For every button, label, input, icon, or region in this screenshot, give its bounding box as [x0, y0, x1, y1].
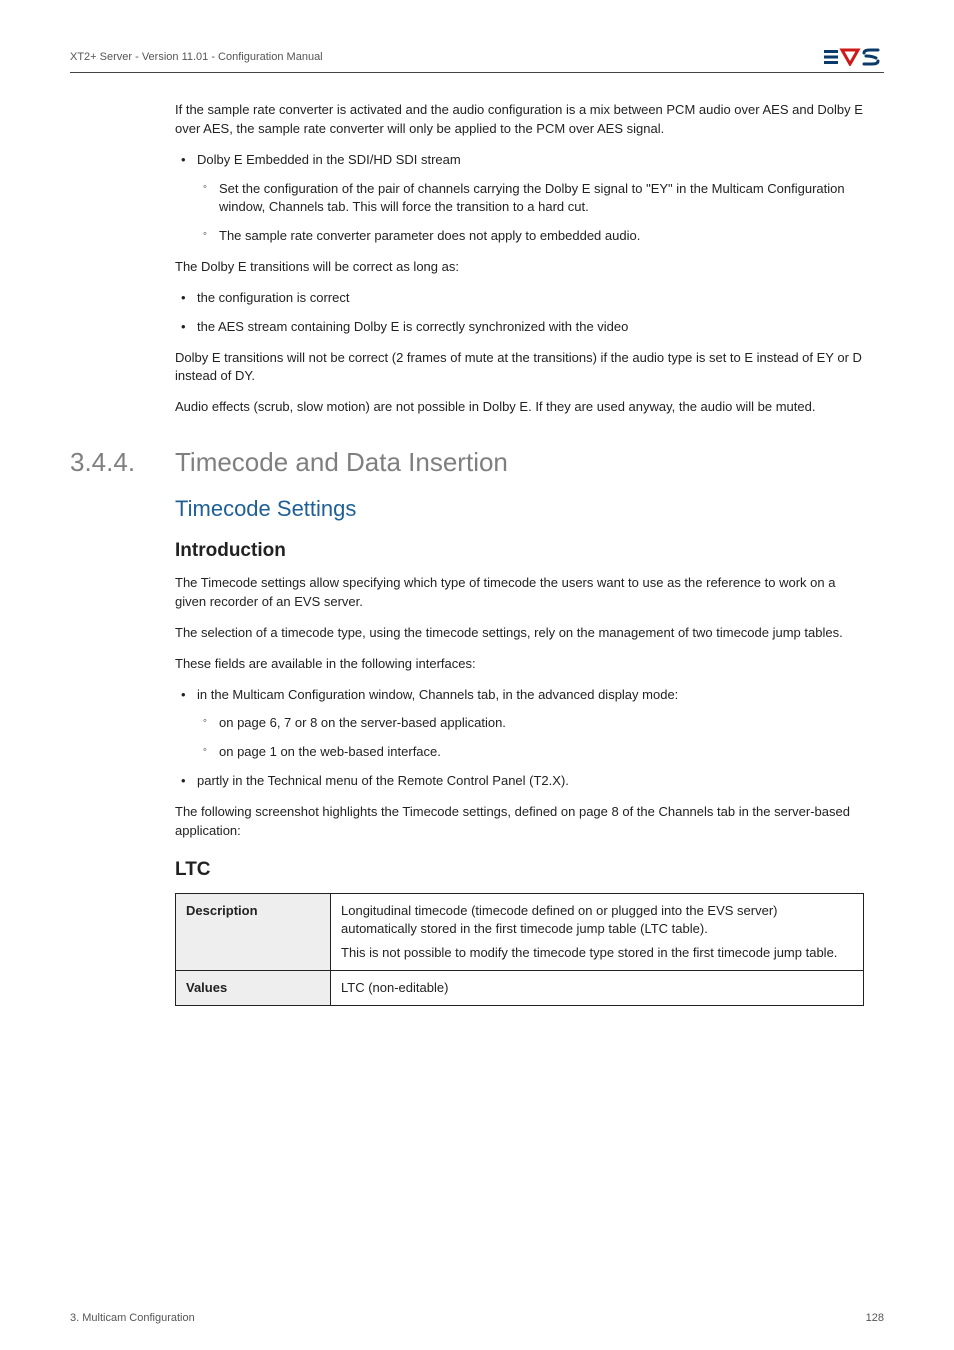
sub-bullet-sample-rate: The sample rate converter parameter does… [197, 227, 864, 246]
footer-page-number: 128 [866, 1312, 884, 1324]
intro-bullet-list-1: Dolby E Embedded in the SDI/HD SDI strea… [175, 151, 864, 246]
intro-paragraph-3: Dolby E transitions will not be correct … [175, 349, 864, 387]
table-row: Values LTC (non-editable) [176, 971, 864, 1006]
ltc-table: Description Longitudinal timecode (timec… [175, 893, 864, 1007]
sub-bullet-list: Set the configuration of the pair of cha… [197, 180, 864, 247]
bullet-text: in the Multicam Configuration window, Ch… [197, 687, 678, 702]
footer-left: 3. Multicam Configuration [70, 1312, 195, 1324]
intro-paragraph-4: Audio effects (scrub, slow motion) are n… [175, 398, 864, 417]
bullet-technical-menu: partly in the Technical menu of the Remo… [175, 772, 864, 791]
table-value-values: LTC (non-editable) [331, 971, 864, 1006]
page-header: XT2+ Server - Version 11.01 - Configurat… [70, 48, 884, 73]
evs-logo [824, 48, 884, 66]
sub-bullet-ey-config: Set the configuration of the pair of cha… [197, 180, 864, 218]
heading-ltc: LTC [175, 859, 864, 881]
bullet-multicam-config: in the Multicam Configuration window, Ch… [175, 686, 864, 763]
table-value-description: Longitudinal timecode (timecode defined … [331, 893, 864, 971]
heading-timecode-settings: Timecode Settings [175, 496, 864, 522]
sub-bullet-server-app: on page 6, 7 or 8 on the server-based ap… [197, 714, 864, 733]
section-number: 3.4.4. [70, 447, 175, 478]
bullet-dolby-embedded: Dolby E Embedded in the SDI/HD SDI strea… [175, 151, 864, 246]
interfaces-bullet-list: in the Multicam Configuration window, Ch… [175, 686, 864, 791]
header-left-text: XT2+ Server - Version 11.01 - Configurat… [70, 51, 323, 63]
description-p1: Longitudinal timecode (timecode defined … [341, 902, 853, 938]
intro-paragraph-2: The Dolby E transitions will be correct … [175, 258, 864, 277]
intro2-paragraph-4: The following screenshot highlights the … [175, 803, 864, 841]
heading-introduction: Introduction [175, 540, 864, 562]
intro2-paragraph-2: The selection of a timecode type, using … [175, 624, 864, 643]
bullet-config-correct: the configuration is correct [175, 289, 864, 308]
section-heading-row: 3.4.4. Timecode and Data Insertion [70, 447, 864, 478]
bullet-text: Dolby E Embedded in the SDI/HD SDI strea… [197, 152, 461, 167]
intro-bullet-list-2: the configuration is correct the AES str… [175, 289, 864, 337]
bullet-aes-sync: the AES stream containing Dolby E is cor… [175, 318, 864, 337]
description-p2: This is not possible to modify the timec… [341, 944, 853, 962]
sub-bullet-web-interface: on page 1 on the web-based interface. [197, 743, 864, 762]
intro2-paragraph-3: These fields are available in the follow… [175, 655, 864, 674]
intro2-paragraph-1: The Timecode settings allow specifying w… [175, 574, 864, 612]
intro-paragraph-1: If the sample rate converter is activate… [175, 101, 864, 139]
page-footer: 3. Multicam Configuration 128 [70, 1312, 884, 1324]
table-label-values: Values [176, 971, 331, 1006]
sub-bullet-list-2: on page 6, 7 or 8 on the server-based ap… [197, 714, 864, 762]
table-row: Description Longitudinal timecode (timec… [176, 893, 864, 971]
section-title: Timecode and Data Insertion [175, 447, 508, 478]
content-area: If the sample rate converter is activate… [175, 101, 864, 1006]
table-label-description: Description [176, 893, 331, 971]
